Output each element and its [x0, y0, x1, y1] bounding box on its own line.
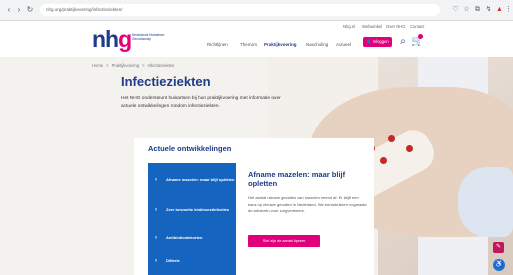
topic-tab-list: › Afname mazelen: maar blijf opletten › Ze…: [148, 163, 236, 275]
cart-badge: [418, 34, 423, 39]
topic-tab-kinkhoest[interactable]: › Zeer besmette kinkhoestinfecties: [148, 207, 236, 213]
breadcrumb: Home > Praktijkvoering > Infectieziekten: [92, 63, 174, 68]
plaster-dot: [380, 157, 387, 164]
utility-link-webwinkel[interactable]: Webwinkel: [362, 24, 382, 29]
feature-cta-button[interactable]: Stel zijn de aantal tipseer: [248, 235, 320, 247]
tabs-icon[interactable]: ⧉: [473, 5, 482, 14]
site-header: Nhg.nl Webwinkel Over NHG Contact nhg Ne…: [0, 21, 513, 57]
reload-icon[interactable]: ↻: [25, 5, 35, 15]
plaster-dot: [388, 135, 395, 142]
feedback-icon[interactable]: ✎: [493, 242, 504, 253]
back-icon[interactable]: ‹: [4, 5, 14, 15]
nav-praktijkvoering[interactable]: Praktijkvoering: [264, 42, 297, 47]
topic-tab-antibiotica[interactable]: › Antibioticatekorten: [148, 235, 236, 241]
topic-tab-mazelen[interactable]: › Afname mazelen: maar blijf opletten: [148, 177, 236, 183]
breadcrumb-home[interactable]: Home: [92, 63, 103, 68]
extension-icon[interactable]: ↯: [484, 5, 493, 14]
nav-actueel[interactable]: Actueel: [336, 42, 351, 47]
login-label: Inloggen: [372, 39, 389, 44]
logo-tagline: Nederlands Huisartsen Genootschap: [132, 33, 165, 41]
page-title: Infectieziekten: [121, 74, 211, 89]
breadcrumb-praktijkvoering[interactable]: Praktijkvoering: [112, 63, 139, 68]
logo-text-accent: g: [118, 26, 132, 52]
panel-title: Actuele ontwikkelingen: [148, 144, 232, 153]
browser-toolbar: ‹ › ↻ nhg.org/praktijkvoering/infectiezi…: [0, 0, 513, 21]
nav-richtlijnen[interactable]: Richtlijnen: [207, 42, 228, 47]
nhg-logo[interactable]: nhg: [92, 26, 132, 53]
topic-tab-label: Afname mazelen: maar blijf opletten: [166, 177, 235, 182]
forward-icon[interactable]: ›: [14, 5, 24, 15]
chevron-right-icon: ›: [155, 207, 157, 213]
topic-tab-label: Difterie: [166, 258, 180, 263]
bookmark-heart-icon[interactable]: ♡: [451, 5, 460, 14]
logo-text: nh: [92, 26, 119, 52]
nav-nascholing[interactable]: Nascholing: [306, 42, 328, 47]
utility-link-nhg[interactable]: Nhg.nl: [343, 24, 355, 29]
login-button[interactable]: 👤 Inloggen: [363, 37, 392, 47]
news-panel: Actuele ontwikkelingen › Afname mazelen: …: [134, 138, 374, 275]
topic-tab-label: Zeer besmette kinkhoestinfecties: [166, 207, 230, 212]
breadcrumb-separator: >: [142, 63, 145, 68]
search-icon[interactable]: ⌕: [397, 36, 409, 48]
menu-icon[interactable]: ⋮: [504, 5, 513, 14]
topic-tab-label: Antibioticatekorten: [166, 235, 203, 240]
feature-text: Het aantal nieuwe gevallen van mazelen n…: [248, 195, 367, 213]
chevron-right-icon: ›: [155, 235, 157, 241]
profile-icon[interactable]: ▲: [495, 5, 504, 14]
topic-tab-difterie[interactable]: › Difterie: [148, 258, 236, 264]
star-icon[interactable]: ☆: [462, 5, 471, 14]
utility-link-contact[interactable]: Contact: [410, 24, 424, 29]
user-icon: 👤: [366, 39, 372, 44]
chevron-right-icon: ›: [155, 177, 157, 183]
hero-image-glove: [458, 167, 513, 237]
feature-title: Afname mazelen: maar blijf opletten: [248, 170, 346, 188]
breadcrumb-current: Infectieziekten: [147, 63, 175, 68]
accessibility-icon[interactable]: ♿: [493, 259, 505, 271]
utility-link-over-nhg[interactable]: Over NHG: [386, 24, 406, 29]
breadcrumb-separator: >: [106, 63, 109, 68]
chevron-right-icon: ›: [155, 258, 157, 264]
address-bar[interactable]: nhg.org/praktijkvoering/infectieziekten/: [40, 4, 440, 16]
page-intro: Het NHG ondersteunt huisartsen bij hun p…: [121, 96, 281, 109]
nav-themas[interactable]: Thema's: [240, 42, 257, 47]
plaster-dot: [406, 145, 413, 152]
